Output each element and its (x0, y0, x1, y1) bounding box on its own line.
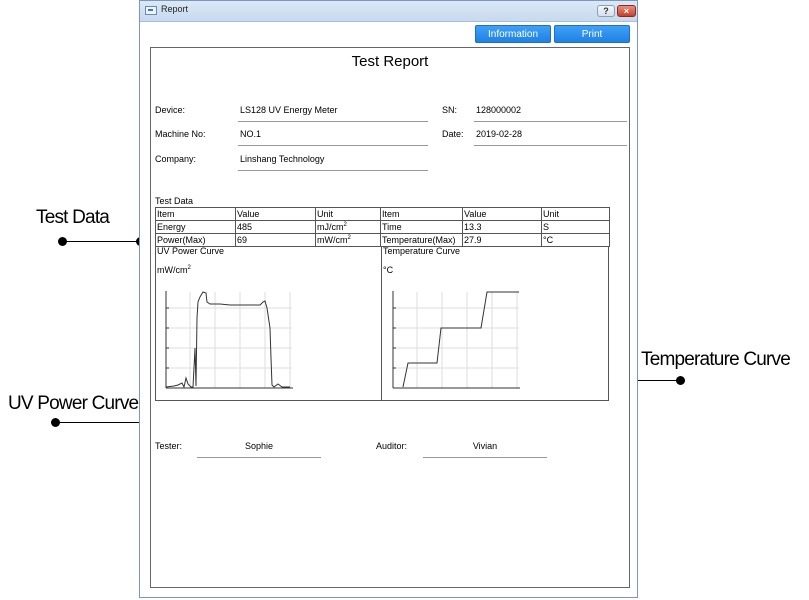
table-cell: 485 (235, 220, 316, 234)
temperature-curve-title: Temperature Curve (383, 246, 461, 256)
table-cell: Temperature(Max) (380, 233, 463, 247)
sn-underline (474, 121, 627, 122)
window-title: Report (161, 4, 189, 14)
app-window-icon (145, 6, 157, 15)
temperature-curve-line (402, 291, 519, 388)
uv-power-curve-plot (165, 291, 293, 389)
table-cell: S (541, 220, 610, 234)
curves-panel: UV Power Curve mW/cm2 Temperature Curve … (155, 246, 609, 401)
uv-power-curve-title: UV Power Curve (157, 246, 225, 256)
uv-plot-grid (166, 292, 292, 388)
device-label: Device: (155, 105, 186, 115)
report-window: Report ? × Information Print Test Report… (139, 0, 638, 598)
table-cell: Energy (155, 220, 236, 234)
table-header-row: Item Value Unit Item Value Unit (155, 207, 610, 221)
auditor-label: Auditor: (376, 441, 408, 451)
information-button[interactable]: Information (475, 25, 551, 43)
temperature-curve-callout-label: Temperature Curve (641, 349, 791, 370)
energy-unit-superscript: 2 (343, 222, 347, 228)
table-row: Power(Max) 69 mW/cm2 Temperature(Max) 27… (155, 233, 610, 247)
temperature-curve-callout-end-dot (676, 376, 685, 385)
report-page: Test Report Device: LS128 UV Energy Mete… (150, 47, 630, 588)
table-cell: Power(Max) (155, 233, 236, 247)
uv-power-curve-line (165, 291, 290, 389)
company-underline (238, 170, 428, 171)
sn-value: 128000002 (476, 105, 522, 115)
report-title: Test Report (351, 53, 429, 70)
help-button[interactable]: ? (597, 5, 615, 17)
temperature-plot-grid (393, 292, 519, 388)
temperature-curve-plot (392, 291, 520, 389)
uv-power-unit-text: mW/cm (157, 265, 188, 275)
device-value: LS128 UV Energy Meter (240, 105, 338, 115)
machine-no-underline (238, 145, 428, 146)
auditor-value: Vivian (472, 441, 498, 451)
close-button[interactable]: × (617, 5, 636, 17)
test-data-table: Item Value Unit Item Value Unit Energy 4… (155, 207, 610, 247)
test-data-label: Test Data (155, 196, 194, 206)
table-cell: 13.3 (462, 220, 542, 234)
table-header-cell: Item (380, 207, 463, 221)
title-bar[interactable]: Report ? × (140, 1, 637, 22)
table-header-cell: Item (155, 207, 236, 221)
uv-power-curve-unit: mW/cm2 (157, 265, 191, 275)
machine-no-value: NO.1 (240, 129, 262, 139)
table-cell: mW/cm2 (315, 233, 381, 247)
sn-label: SN: (442, 105, 458, 115)
table-header-cell: Unit (315, 207, 381, 221)
test-data-callout-label: Test Data (36, 207, 110, 228)
tester-underline (197, 457, 321, 458)
device-underline (238, 121, 428, 122)
date-value: 2019-02-28 (476, 129, 523, 139)
table-cell: Time (380, 220, 463, 234)
company-label: Company: (155, 154, 197, 164)
curves-divider (381, 246, 382, 400)
table-cell: 69 (235, 233, 316, 247)
auditor-underline (423, 457, 547, 458)
table-cell: °C (541, 233, 610, 247)
tester-value: Sophie (244, 441, 274, 451)
date-label: Date: (442, 129, 464, 139)
print-button[interactable]: Print (554, 25, 630, 43)
table-cell: 27.9 (462, 233, 542, 247)
uv-power-curve-callout-label: UV Power Curve (8, 393, 139, 414)
machine-no-label: Machine No: (155, 129, 206, 139)
uv-power-unit-superscript: 2 (187, 265, 191, 271)
table-row: Energy 485 mJ/cm2 Time 13.3 S (155, 220, 610, 234)
temperature-curve-unit: °C (383, 265, 394, 275)
tester-label: Tester: (155, 441, 183, 451)
power-unit: mW/cm (317, 235, 348, 245)
date-underline (474, 145, 627, 146)
test-data-callout-line (62, 241, 141, 242)
power-unit-superscript: 2 (347, 235, 351, 241)
table-cell: mJ/cm2 (315, 220, 381, 234)
company-value: Linshang Technology (240, 154, 325, 164)
energy-unit: mJ/cm (317, 222, 344, 232)
table-header-cell: Value (235, 207, 316, 221)
table-header-cell: Value (462, 207, 542, 221)
table-header-cell: Unit (541, 207, 610, 221)
